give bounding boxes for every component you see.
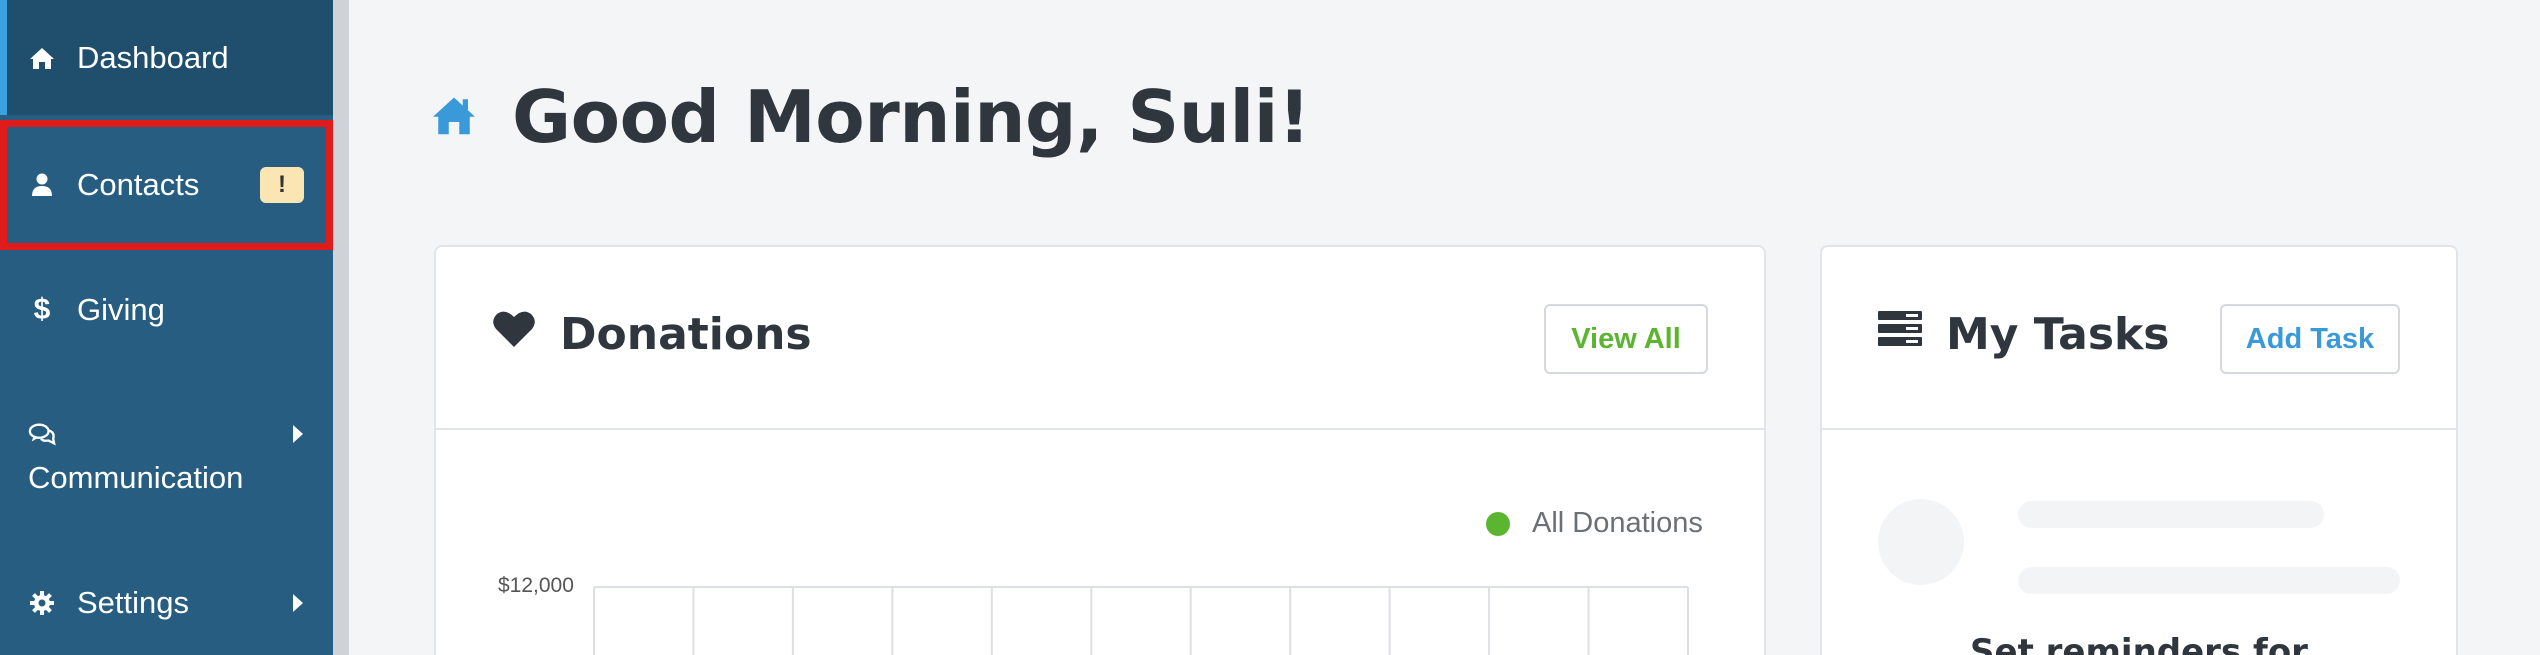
sidebar-divider [333, 0, 349, 655]
chart-legend: All Donations [1486, 507, 1703, 540]
legend-label: All Donations [1532, 507, 1703, 539]
text-placeholder [2018, 567, 2400, 594]
active-indicator [0, 0, 7, 115]
sidebar-item-settings[interactable]: Settings [0, 545, 333, 655]
tasks-list-icon [1878, 309, 1922, 353]
card-title: Donations [560, 309, 812, 360]
sidebar-item-dashboard[interactable]: Dashboard [0, 0, 333, 115]
chart-grid [593, 586, 1689, 655]
sidebar: Dashboard Contacts ! $ Giving Communicat… [0, 0, 333, 655]
tasks-card: My Tasks Add Task Set reminders for [1820, 245, 2458, 655]
sidebar-item-communication[interactable]: Communication [0, 400, 333, 520]
sidebar-item-label: Giving [77, 292, 165, 327]
user-icon [28, 171, 56, 199]
legend-swatch [1486, 511, 1510, 536]
heart-icon [492, 309, 536, 353]
view-all-button[interactable]: View All [1544, 304, 1708, 374]
chevron-right-icon [293, 425, 303, 443]
donations-chart [593, 586, 1689, 655]
gear-icon [28, 589, 56, 617]
alert-badge: ! [260, 167, 304, 203]
add-task-button[interactable]: Add Task [2220, 304, 2400, 374]
chat-icon [28, 420, 56, 448]
chevron-right-icon [293, 593, 303, 612]
sidebar-item-label: Dashboard [77, 39, 229, 75]
card-header: Donations View All [436, 247, 1764, 430]
page-title: Good Morning, Suli! [512, 75, 1311, 159]
home-icon [430, 94, 478, 141]
sidebar-item-label: Contacts [77, 167, 200, 202]
sidebar-item-label: Settings [77, 584, 190, 620]
donations-card: Donations View All All Donations $12,000 [434, 245, 1766, 655]
home-icon [28, 44, 56, 72]
dollar-icon: $ [33, 293, 51, 326]
sidebar-item-contacts[interactable]: Contacts ! [0, 120, 333, 250]
page-header: Good Morning, Suli! [430, 75, 1311, 159]
card-header: My Tasks Add Task [1822, 247, 2456, 430]
avatar-placeholder [1878, 499, 1964, 585]
sidebar-item-label: Communication [28, 460, 244, 495]
tasks-empty-text: Set reminders for [1970, 632, 2308, 655]
card-title: My Tasks [1946, 309, 2170, 360]
text-placeholder [2018, 501, 2324, 528]
sidebar-item-giving[interactable]: $ Giving [0, 250, 333, 370]
